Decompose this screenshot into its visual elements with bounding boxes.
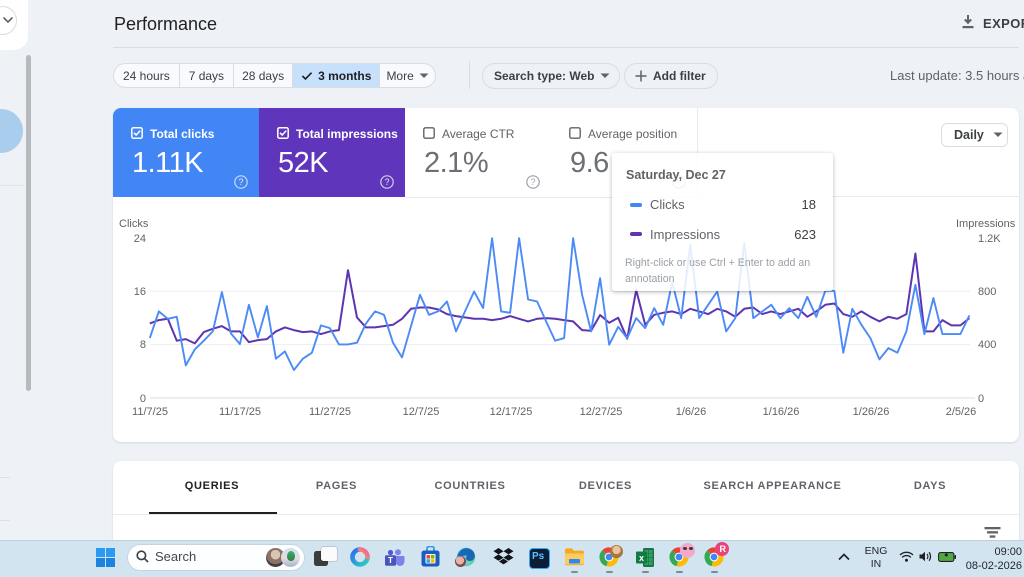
svg-text:0: 0: [140, 393, 146, 405]
svg-text:12/27/25: 12/27/25: [580, 406, 623, 418]
svg-text:12/17/25: 12/17/25: [490, 406, 533, 418]
svg-text:11/7/25: 11/7/25: [132, 406, 168, 418]
svg-text:?: ?: [384, 177, 389, 187]
svg-text:800: 800: [978, 286, 996, 298]
svg-text:1/6/26: 1/6/26: [676, 406, 707, 418]
svg-text:1/16/26: 1/16/26: [763, 406, 800, 418]
svg-text:400: 400: [978, 339, 996, 351]
svg-text:0: 0: [978, 393, 984, 405]
svg-text:12/7/25: 12/7/25: [403, 406, 440, 418]
svg-text:Impressions: Impressions: [956, 218, 1016, 230]
svg-text:11/27/25: 11/27/25: [309, 406, 351, 418]
svg-text:11/17/25: 11/17/25: [219, 406, 261, 418]
svg-text:8: 8: [140, 339, 146, 351]
svg-text:T: T: [388, 555, 394, 565]
svg-text:1.2K: 1.2K: [978, 233, 1001, 245]
svg-text:16: 16: [134, 286, 146, 298]
svg-text:Clicks: Clicks: [119, 218, 149, 230]
svg-text:?: ?: [530, 177, 535, 187]
svg-text:2/5/26: 2/5/26: [946, 406, 977, 418]
svg-text:x: x: [639, 553, 644, 563]
svg-text:1/26/26: 1/26/26: [853, 406, 890, 418]
svg-text:24: 24: [134, 233, 146, 245]
svg-text:?: ?: [238, 177, 243, 187]
